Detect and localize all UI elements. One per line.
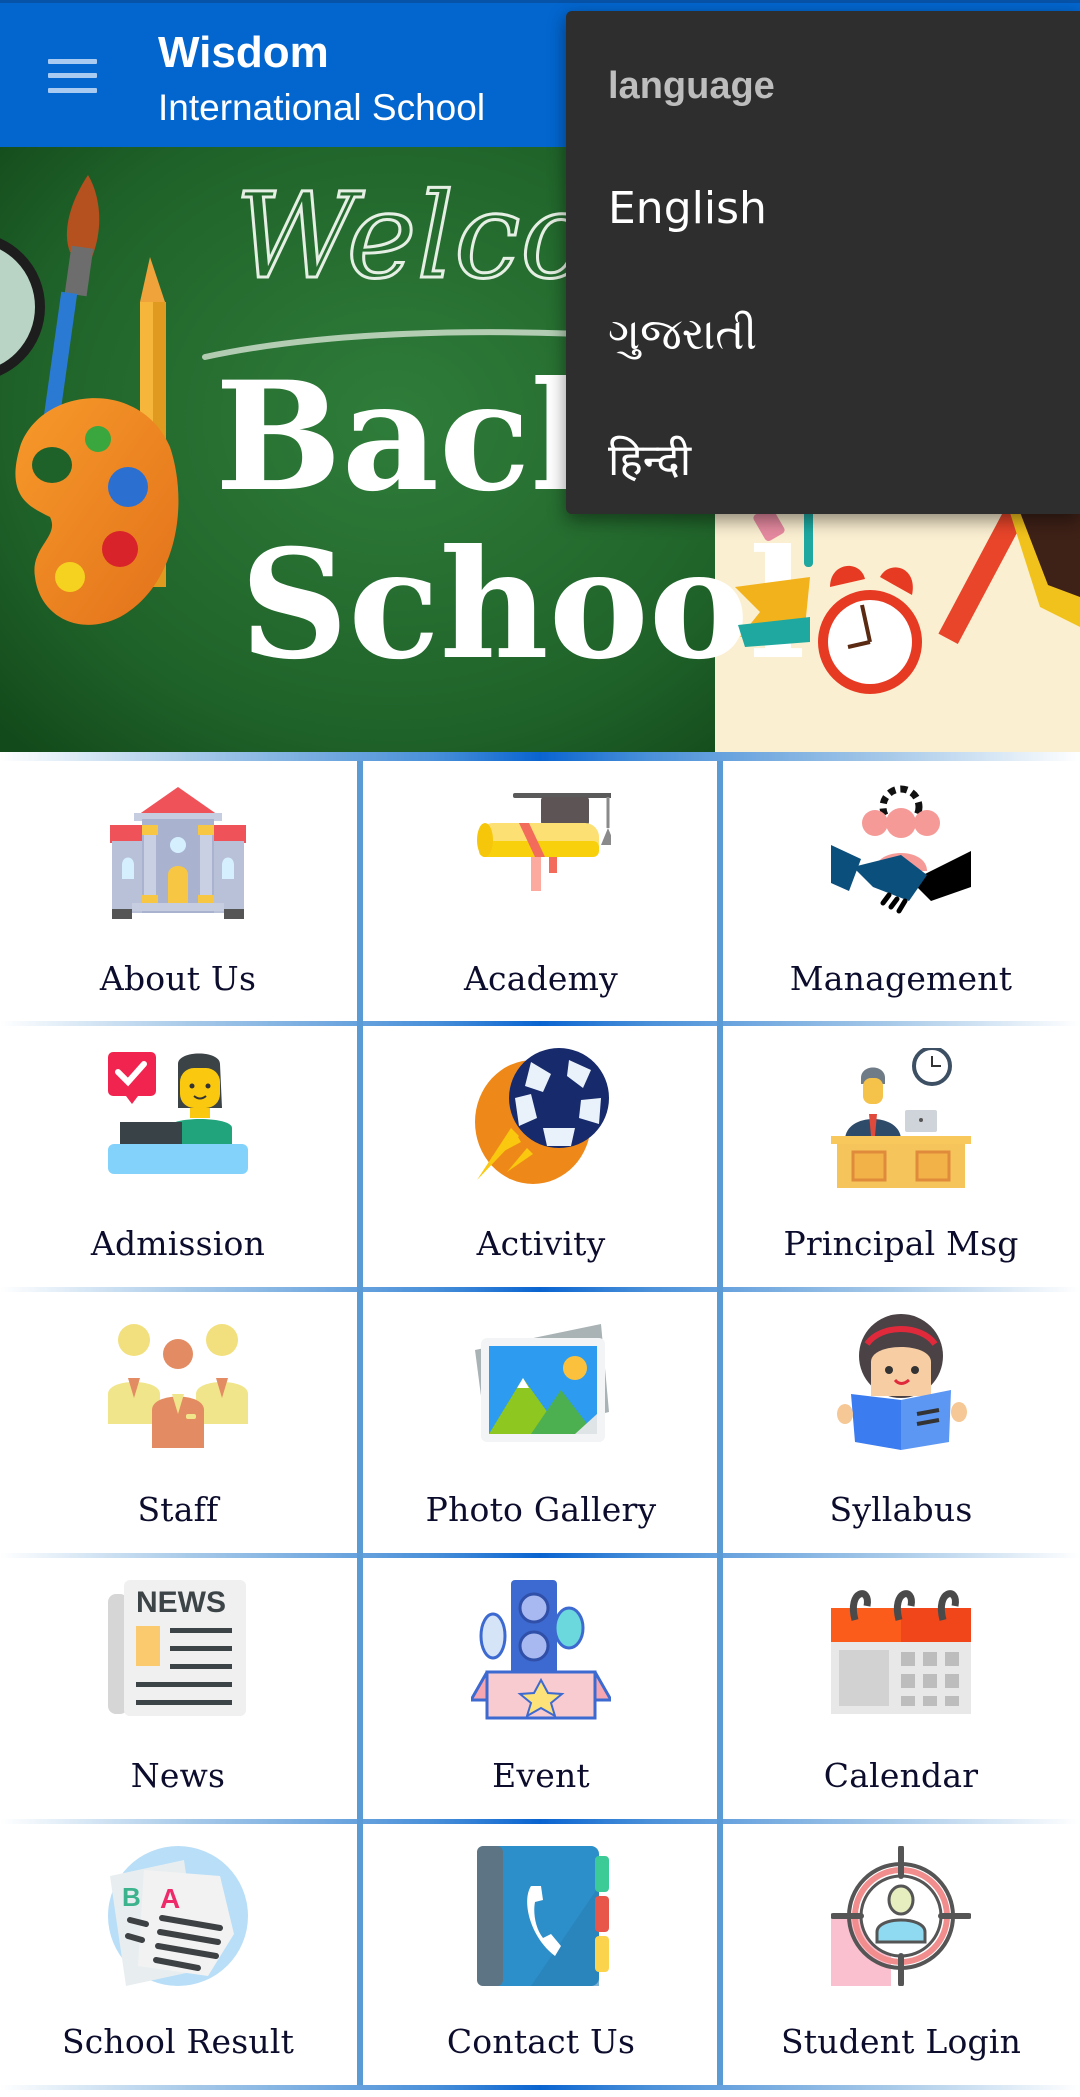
grid-item-academy[interactable]: Academy — [363, 761, 719, 1021]
student-target-icon — [831, 1846, 971, 1986]
grid-item-event[interactable]: Event — [363, 1558, 719, 1818]
grid-item-syllabus[interactable]: Syllabus — [723, 1292, 1079, 1552]
grid-item-label: Event — [492, 1756, 590, 1795]
grid-item-label: About Us — [99, 959, 257, 998]
grid-item-label: School Result — [61, 2022, 295, 2061]
admission-desk-icon — [108, 1048, 248, 1188]
grid-item-label: Principal Msg — [783, 1224, 1019, 1263]
grid-item-label: Staff — [137, 1490, 219, 1529]
grid-item-label: Syllabus — [829, 1490, 973, 1529]
grid-item-label: Admission — [90, 1224, 266, 1263]
grid-item-admission[interactable]: Admission — [0, 1026, 356, 1286]
grid-item-photo-gallery[interactable]: Photo Gallery — [363, 1292, 719, 1552]
svg-text:NEWS: NEWS — [136, 1586, 226, 1619]
grid-item-news[interactable]: NEWS News — [0, 1558, 356, 1818]
language-option-label: ગુજરાતી — [608, 309, 758, 360]
language-option-hindi[interactable]: हिन्दी — [566, 403, 1080, 523]
result-papers-icon: B A — [108, 1846, 248, 1986]
grid-item-label: Management — [789, 959, 1013, 998]
svg-text:A: A — [160, 1883, 180, 1914]
principal-desk-icon — [831, 1048, 971, 1188]
grid-item-label: Academy — [464, 959, 618, 998]
grid-separator — [0, 752, 1080, 761]
language-popup-menu: language English ગુજરાતી हिन्दी — [566, 11, 1080, 514]
language-option-label: हिन्दी — [608, 435, 692, 486]
newspaper-icon: NEWS — [108, 1580, 248, 1720]
grid-item-label: Student Login — [780, 2022, 1022, 2061]
bottom-spacer — [0, 2090, 1080, 2097]
navigation-drawer-button[interactable] — [36, 45, 108, 109]
management-handshake-icon — [831, 783, 971, 923]
app-subtitle: International School — [158, 87, 486, 128]
language-menu-title: language — [608, 65, 775, 107]
grid-item-activity[interactable]: Activity — [363, 1026, 719, 1286]
calendar-icon — [831, 1580, 971, 1720]
event-box-icon — [471, 1580, 611, 1720]
grid-item-staff[interactable]: Staff — [0, 1292, 356, 1552]
grid-item-contact-us[interactable]: Contact Us — [363, 1824, 719, 2084]
school-building-icon — [108, 783, 248, 923]
banner-headline-line2: School — [240, 517, 806, 693]
language-option-gujarati[interactable]: ગુજરાતી — [566, 277, 1080, 397]
svg-text:B: B — [122, 1882, 141, 1912]
language-option-label: English — [608, 183, 767, 234]
grid-item-label: Contact Us — [446, 2022, 636, 2061]
reading-girl-icon — [831, 1314, 971, 1454]
grid-item-principal-msg[interactable]: Principal Msg — [723, 1026, 1079, 1286]
grid-item-about-us[interactable]: About Us — [0, 761, 356, 1021]
grid-item-school-result[interactable]: B A School Result — [0, 1824, 356, 2084]
graduation-scroll-icon — [471, 783, 611, 923]
grid-item-label: Photo Gallery — [425, 1490, 657, 1529]
soccer-ball-icon — [471, 1048, 611, 1188]
grid-item-label: Activity — [476, 1224, 606, 1263]
phone-book-icon — [471, 1846, 611, 1986]
grid-item-calendar[interactable]: Calendar — [723, 1558, 1079, 1818]
grid-item-label: News — [130, 1756, 226, 1795]
photo-gallery-icon — [471, 1314, 611, 1454]
grid-item-label: Calendar — [823, 1756, 979, 1795]
grid-item-student-login[interactable]: Student Login — [723, 1824, 1079, 2084]
app-title: Wisdom — [158, 28, 329, 77]
staff-people-icon — [108, 1314, 248, 1454]
language-option-english[interactable]: English — [566, 151, 1080, 271]
grid-item-management[interactable]: Management — [723, 761, 1079, 1021]
